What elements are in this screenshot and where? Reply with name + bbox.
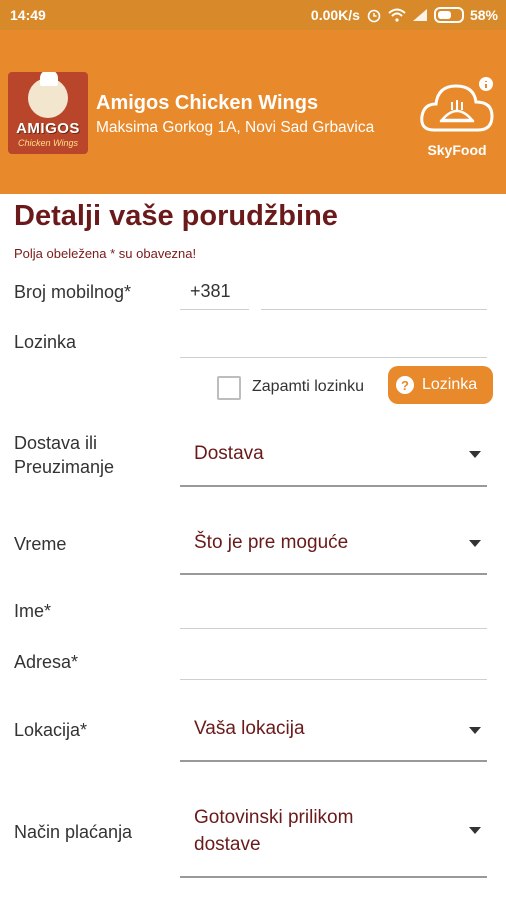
status-time: 14:49 — [10, 7, 46, 23]
password-input[interactable] — [180, 324, 487, 358]
restaurant-address: Maksima Gorkog 1A, Novi Sad Grbavica — [96, 119, 375, 136]
logo-subtitle: Chicken Wings — [18, 138, 78, 148]
password-input-underline — [180, 357, 487, 358]
delivery-select-value: Dostava — [194, 443, 264, 464]
chef-mascot-icon — [28, 72, 68, 118]
phone-prefix-underline — [180, 309, 249, 310]
password-label: Lozinka — [14, 332, 77, 352]
question-icon: ? — [396, 376, 414, 394]
address-label: Adresa* — [14, 652, 79, 672]
skyfood-label: SkyFood — [427, 142, 487, 158]
remember-password-checkbox[interactable] — [217, 376, 241, 400]
password-help-button[interactable]: ? Lozinka — [388, 366, 493, 404]
wifi-icon — [388, 8, 406, 22]
delivery-label-line2: Preuzimanje — [14, 457, 115, 477]
location-select[interactable]: Vaša lokacija — [180, 700, 487, 760]
name-input-underline — [180, 628, 487, 629]
restaurant-header: AMIGOS Chicken Wings Amigos Chicken Wing… — [0, 30, 506, 194]
chevron-down-icon — [469, 727, 481, 734]
time-select-underline — [180, 573, 487, 575]
status-indicators: 0.00K/s 58% — [311, 7, 498, 23]
remember-password-label[interactable]: Zapamti lozinku — [252, 378, 364, 396]
cloud-icon — [420, 77, 494, 132]
alarm-icon — [367, 9, 381, 23]
restaurant-logo: AMIGOS Chicken Wings — [8, 72, 88, 154]
time-select[interactable]: Što je pre moguće — [180, 515, 487, 573]
payment-select[interactable]: Gotovinski prilikom dostave — [180, 790, 487, 876]
chevron-down-icon — [469, 451, 481, 458]
delivery-select-underline — [180, 485, 487, 487]
address-input[interactable] — [180, 645, 487, 679]
address-input-underline — [180, 679, 487, 680]
payment-select-value-line2: dostave — [194, 834, 261, 855]
password-button-label: Lozinka — [422, 376, 478, 393]
name-label: Ime* — [14, 601, 52, 621]
chevron-down-icon — [469, 540, 481, 547]
required-note: Polja obeležena * su obavezna! — [14, 246, 197, 261]
phone-input-underline — [261, 309, 487, 310]
signal-icon — [412, 9, 427, 21]
location-select-value: Vaša lokacija — [194, 718, 305, 739]
chevron-down-icon — [469, 827, 481, 834]
time-select-value: Što je pre moguće — [194, 532, 349, 553]
payment-label: Način plaćanja — [14, 822, 133, 842]
delivery-select[interactable]: Dostava — [180, 425, 487, 485]
status-bar: 14:49 0.00K/s 58% — [0, 0, 506, 30]
payment-select-value-line1: Gotovinski prilikom — [194, 807, 354, 828]
restaurant-name: Amigos Chicken Wings — [96, 92, 319, 114]
phone-label: Broj mobilnog* — [14, 282, 132, 302]
delivery-label-line1: Dostava ili — [14, 433, 98, 453]
page-title: Detalji vaše porudžbine — [14, 200, 338, 232]
name-input[interactable] — [180, 594, 487, 628]
battery-icon — [433, 7, 464, 23]
skyfood-info-button[interactable]: SkyFood — [418, 74, 498, 170]
logo-brand: AMIGOS — [16, 120, 80, 137]
time-label: Vreme — [14, 534, 67, 554]
payment-select-underline — [180, 876, 487, 878]
phone-input[interactable] — [261, 276, 487, 310]
battery-level: 58% — [469, 7, 498, 23]
location-select-underline — [180, 760, 487, 762]
network-speed: 0.00K/s — [310, 7, 360, 23]
location-label: Lokacija* — [14, 720, 88, 740]
phone-prefix[interactable]: +381 — [190, 281, 231, 302]
